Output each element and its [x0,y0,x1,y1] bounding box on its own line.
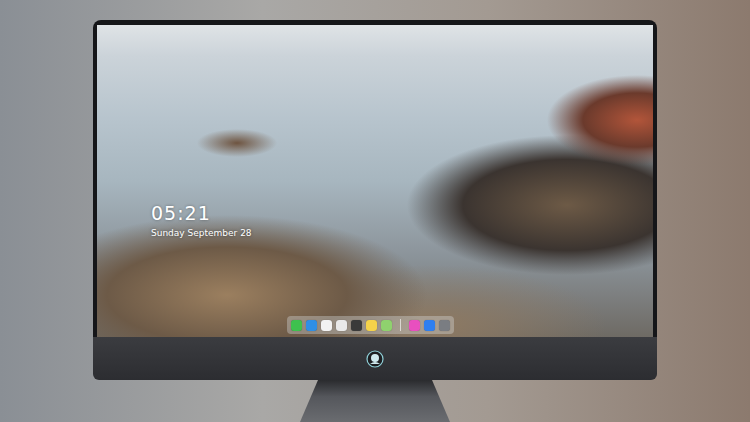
desktop-wallpaper: 05:21 Sunday September 28 [97,25,653,337]
app-icon[interactable] [351,320,362,331]
lock-clock: 05:21 Sunday September 28 [151,201,252,239]
app-icon[interactable] [366,320,377,331]
dock [287,316,454,334]
clock-time: 05:21 [151,201,252,225]
monitor-chin [93,337,657,380]
app-icon[interactable] [439,320,450,331]
app-icon[interactable] [424,320,435,331]
dock-separator [400,319,401,331]
monitor: 05:21 Sunday September 28 [93,20,657,380]
monitor-stand [300,380,450,422]
app-icon[interactable] [381,320,392,331]
app-icon[interactable] [306,320,317,331]
monitor-bezel: 05:21 Sunday September 28 [93,20,657,337]
app-icon[interactable] [291,320,302,331]
logo-icon [366,350,384,368]
app-icon[interactable] [321,320,332,331]
app-icon[interactable] [336,320,347,331]
clock-date: Sunday September 28 [151,227,252,239]
app-icon[interactable] [409,320,420,331]
